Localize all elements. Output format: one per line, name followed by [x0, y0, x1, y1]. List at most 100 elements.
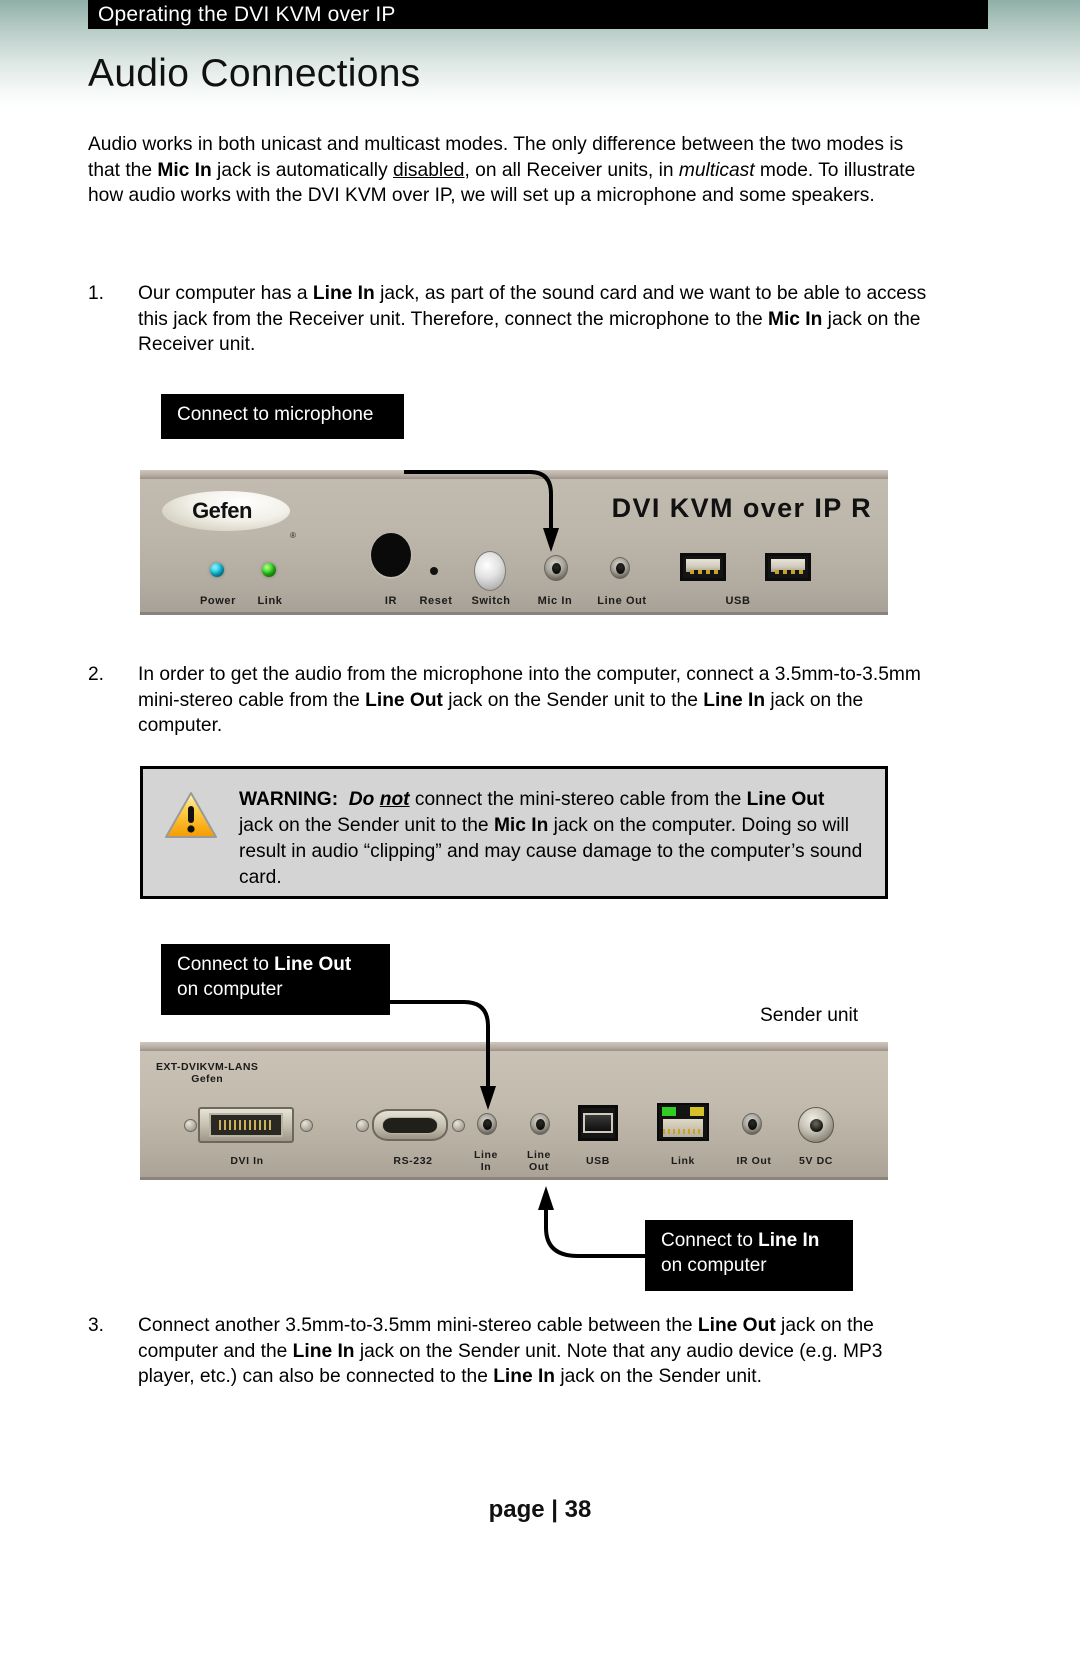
step-2: 2. In order to get the audio from the mi…	[88, 662, 928, 739]
sender-model-text: EXT-DVIKVM-LANS Gefen	[156, 1061, 258, 1085]
line-out-jack[interactable]	[610, 557, 630, 579]
warning-label: WARNING:	[239, 789, 339, 810]
step-1-bold-line-in: Line In	[312, 283, 375, 304]
warning-bold-mic-in: Mic In	[493, 815, 549, 836]
reset-pinhole	[430, 567, 438, 575]
intro-text-3: , on all Receiver units, in	[464, 159, 679, 181]
step-1: 1. Our computer has a Line In jack, as p…	[88, 281, 928, 358]
warning-box: WARNING: Do not connect the mini-stereo …	[140, 766, 888, 899]
warning-bold-line-out: Line Out	[746, 789, 825, 810]
page-title: Audio Connections	[88, 52, 421, 95]
step-3-bold-line-out: Line Out	[697, 1315, 776, 1336]
ir-window	[371, 533, 411, 577]
intro-bold-mic-in: Mic In	[157, 159, 212, 181]
step-3-text-e: jack on the Sender unit.	[555, 1366, 762, 1388]
usb-port-1[interactable]	[680, 553, 726, 581]
step-1-text-a: Our computer has a	[138, 283, 313, 304]
leader-line-line-in	[544, 1210, 645, 1258]
power-led	[210, 563, 224, 577]
intro-underline-disabled: disabled	[393, 159, 465, 181]
sender-label-usb: USB	[586, 1155, 610, 1167]
step-3-bold-line-in-1: Line In	[292, 1340, 355, 1362]
sender-model-line-2: Gefen	[191, 1073, 224, 1085]
callout-line-in-bold: Line In	[758, 1230, 820, 1251]
sender-label-line-in: Line In	[474, 1149, 498, 1173]
running-head: Operating the DVI KVM over IP	[88, 0, 988, 29]
receiver-label-reset: Reset	[419, 595, 453, 607]
receiver-unit-image: Gefen ® DVI KVM over IP R Power Link IR …	[140, 470, 888, 615]
callout-connect-to-microphone: Connect to microphone	[161, 394, 404, 439]
dvi-screw-left	[184, 1119, 197, 1132]
callout-connect-to-line-out: Connect to Line Out on computer	[161, 944, 390, 1015]
rs232-screw-right	[452, 1119, 465, 1132]
intro-text-2: jack is automatically	[211, 159, 393, 181]
sender-label-rs232: RS-232	[393, 1155, 433, 1167]
switch-button[interactable]	[474, 551, 506, 591]
usb-port-2[interactable]	[765, 553, 811, 581]
receiver-model-text: DVI KVM over IP R	[611, 493, 872, 523]
receiver-label-power: Power	[199, 595, 236, 607]
line-in-jack[interactable]	[477, 1113, 497, 1135]
step-3-text-a: Connect another 3.5mm-to-3.5mm mini-ster…	[138, 1315, 698, 1336]
usb-b-port[interactable]	[578, 1105, 618, 1141]
step-3: 3. Connect another 3.5mm-to-3.5mm mini-s…	[88, 1313, 928, 1390]
sender-label-5v-dc: 5V DC	[799, 1155, 833, 1167]
step-3-number: 3.	[88, 1315, 105, 1336]
receiver-panel-face: Gefen ® DVI KVM over IP R Power Link IR …	[140, 479, 888, 615]
link-led	[262, 563, 276, 577]
gefen-logo: Gefen	[162, 491, 290, 531]
intro-paragraph: Audio works in both unicast and multicas…	[88, 132, 928, 209]
sender-label-link: Link	[671, 1155, 695, 1167]
mic-in-jack[interactable]	[544, 555, 568, 581]
receiver-label-link: Link	[257, 595, 283, 607]
dc-power-jack[interactable]	[798, 1107, 834, 1143]
intro-italic-multicast: multicast	[678, 159, 755, 181]
callout-line-in-row1: Connect to Line In	[661, 1228, 837, 1253]
receiver-label-switch: Switch	[471, 595, 511, 607]
callout-line-in-text-a: Connect to	[661, 1230, 759, 1251]
receiver-label-mic-in: Mic In	[537, 595, 573, 607]
step-2-text: In order to get the audio from the micro…	[138, 662, 928, 739]
warning-text: WARNING: Do not connect the mini-stereo …	[239, 769, 885, 896]
callout-line-out-row1: Connect to Line Out	[177, 952, 374, 977]
callout-line-out-text-a: Connect to	[177, 954, 275, 975]
dvi-in-port[interactable]	[198, 1107, 294, 1143]
warning-icon-wrap	[143, 769, 239, 896]
sender-label-dvi-in: DVI In	[230, 1155, 264, 1167]
callout-line-out-bold: Line Out	[274, 954, 352, 975]
callout-line-in-row2: on computer	[661, 1255, 767, 1276]
sender-unit-image: EXT-DVIKVM-LANS Gefen DVI In RS-232 Line…	[140, 1042, 888, 1180]
step-1-bold-mic-in: Mic In	[767, 308, 823, 330]
page-footer: page | 38	[488, 1496, 592, 1523]
step-2-bold-line-in: Line In	[703, 689, 766, 711]
warning-not: not	[379, 789, 410, 810]
warning-triangle-icon	[165, 792, 217, 838]
warning-text-1: connect the mini-stereo cable from the	[409, 789, 747, 810]
line-out-jack[interactable]	[530, 1113, 550, 1135]
sender-unit-caption: Sender unit	[760, 1005, 859, 1026]
sender-label-line-out: Line Out	[527, 1149, 551, 1173]
warning-do: Do	[348, 789, 380, 810]
step-1-number: 1.	[88, 283, 105, 304]
callout-mic-text: Connect to microphone	[177, 404, 374, 425]
callout-line-out-row2: on computer	[177, 979, 283, 1000]
sender-panel-face: EXT-DVIKVM-LANS Gefen DVI In RS-232 Line…	[140, 1051, 888, 1180]
step-2-text-c: jack on the Sender unit to the	[442, 689, 704, 711]
step-3-text: Connect another 3.5mm-to-3.5mm mini-ster…	[138, 1313, 928, 1390]
rs232-port[interactable]	[372, 1109, 448, 1141]
warning-text-2: jack on the Sender unit to the	[239, 815, 494, 836]
receiver-label-line-out: Line Out	[597, 595, 647, 607]
ir-out-jack[interactable]	[742, 1113, 762, 1135]
gefen-logo-text: Gefen	[192, 498, 252, 523]
step-2-bold-line-out: Line Out	[365, 689, 443, 711]
step-3-bold-line-in-2: Line In	[493, 1366, 556, 1388]
registered-mark: ®	[290, 531, 296, 540]
sender-model-line-1: EXT-DVIKVM-LANS	[156, 1061, 259, 1073]
link-rj45-port[interactable]	[657, 1103, 709, 1141]
rs232-screw-left	[356, 1119, 369, 1132]
arrowhead-line-in	[538, 1186, 554, 1210]
step-2-number: 2.	[88, 664, 105, 685]
receiver-label-usb: USB	[725, 595, 751, 607]
callout-connect-to-line-in: Connect to Line In on computer	[645, 1220, 853, 1291]
step-1-text: Our computer has a Line In jack, as part…	[138, 281, 928, 358]
